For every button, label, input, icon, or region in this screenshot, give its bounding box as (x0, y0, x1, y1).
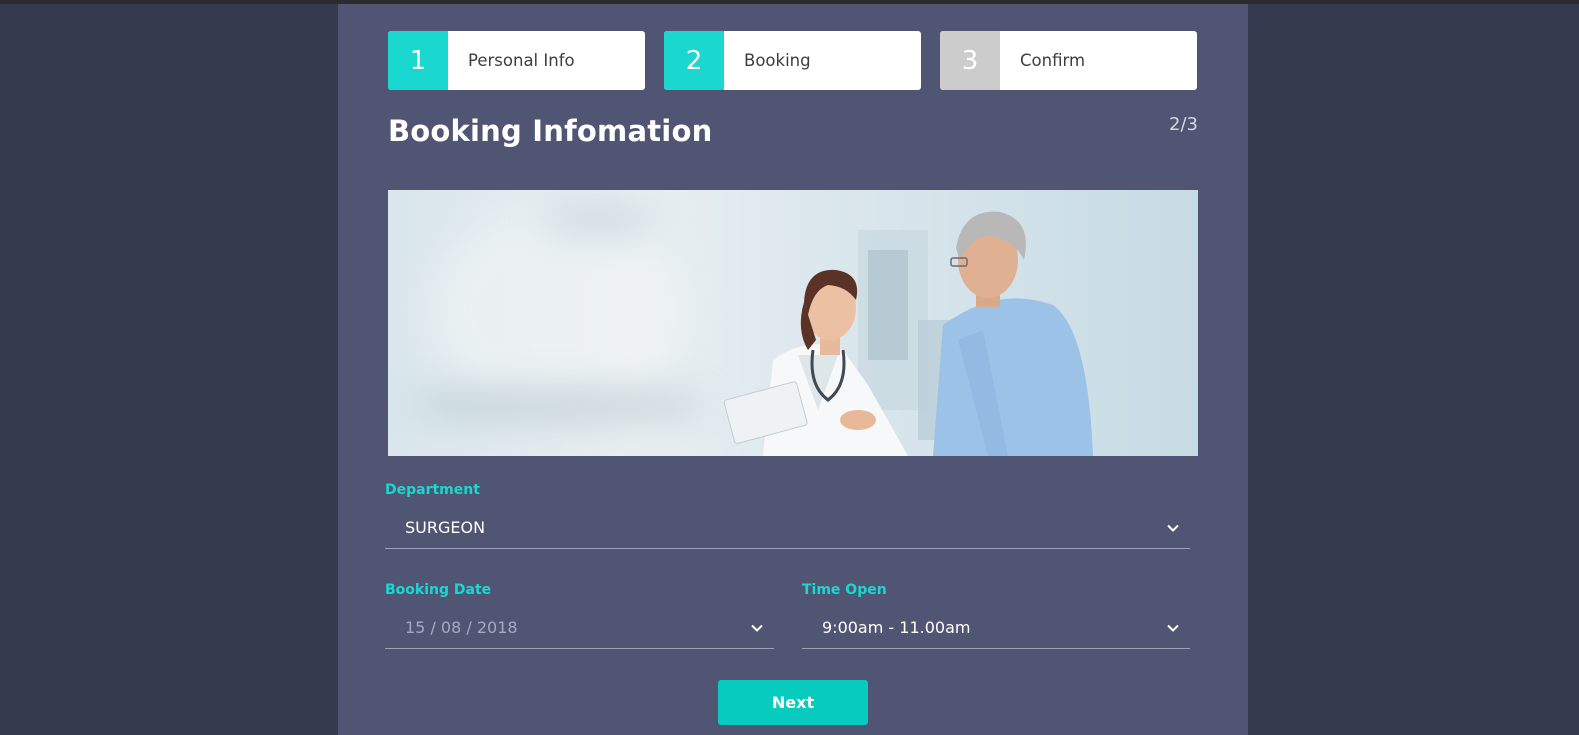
step-number: 2 (664, 31, 724, 90)
booking-date-value: 15 / 08 / 2018 (405, 618, 518, 637)
step-confirm[interactable]: 3 Confirm (940, 31, 1197, 90)
step-counter: 2/3 (1169, 114, 1198, 135)
page-title: Booking Infomation (388, 114, 713, 148)
chevron-down-icon (750, 621, 764, 635)
time-open-label: Time Open (802, 582, 887, 598)
department-value: SURGEON (405, 518, 486, 537)
hero-image (388, 190, 1198, 456)
step-label: Booking (744, 51, 811, 70)
step-label: Confirm (1020, 51, 1086, 70)
time-open-select[interactable]: 9:00am - 11.00am (802, 607, 1190, 649)
step-personal-info[interactable]: 1 Personal Info (388, 31, 645, 90)
booking-form-panel: 1 Personal Info 2 Booking 3 Confirm Book… (338, 4, 1248, 735)
department-label: Department (385, 482, 480, 498)
step-number: 1 (388, 31, 448, 90)
chevron-down-icon (1166, 621, 1180, 635)
time-open-value: 9:00am - 11.00am (822, 618, 971, 637)
next-button[interactable]: Next (718, 680, 868, 725)
chevron-down-icon (1166, 521, 1180, 535)
step-label: Personal Info (468, 51, 575, 70)
department-select[interactable]: SURGEON (385, 507, 1190, 549)
step-number: 3 (940, 31, 1000, 90)
booking-date-field[interactable]: 15 / 08 / 2018 (385, 607, 774, 649)
step-booking[interactable]: 2 Booking (664, 31, 921, 90)
doctor-patient-photo-icon (723, 211, 1093, 456)
booking-date-label: Booking Date (385, 582, 492, 598)
